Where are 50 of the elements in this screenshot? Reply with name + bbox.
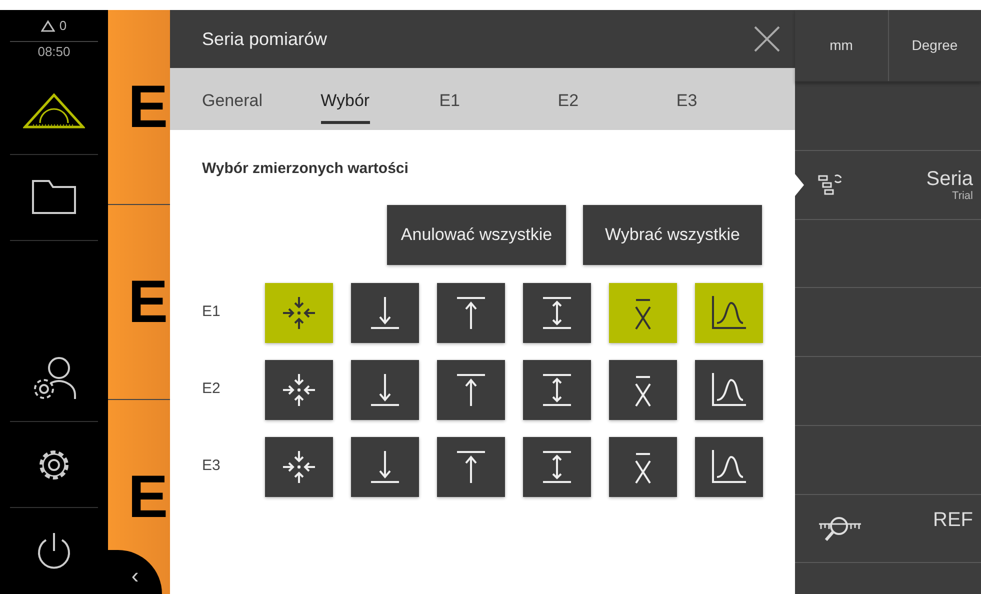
- collapse-tab[interactable]: ‹: [108, 550, 162, 594]
- tab[interactable]: General: [202, 68, 321, 130]
- unit-button[interactable]: mm: [795, 10, 888, 81]
- unit-button[interactable]: Degree: [888, 10, 981, 81]
- row-label: E3: [202, 456, 222, 476]
- measure-toggle[interactable]: [437, 360, 505, 420]
- power-icon[interactable]: [35, 531, 73, 572]
- feature-label: E: [128, 77, 168, 137]
- panel-row[interactable]: REF: [795, 494, 981, 564]
- warning-icon: [41, 20, 56, 32]
- tab[interactable]: E1: [439, 68, 558, 130]
- measure-toggle[interactable]: [609, 436, 677, 496]
- measure-toggle[interactable]: [695, 282, 763, 342]
- measure-toggle[interactable]: [609, 282, 677, 342]
- tab[interactable]: Wybór: [320, 68, 440, 130]
- user-settings-icon[interactable]: [31, 355, 77, 402]
- measure-toggle[interactable]: [265, 282, 333, 342]
- dialog-title: Seria pomiarów: [202, 28, 328, 51]
- measure-toggle[interactable]: [695, 360, 763, 420]
- measure-toggle[interactable]: [265, 436, 333, 496]
- folder-icon[interactable]: [31, 179, 77, 216]
- measure-toggle[interactable]: [265, 360, 333, 420]
- row-label: E2: [202, 379, 222, 400]
- series-icon: [817, 172, 843, 198]
- measure-toggle[interactable]: [351, 436, 419, 496]
- series-subtitle: Trial: [951, 190, 973, 202]
- select-all-button[interactable]: Wybrać wszystkie: [583, 204, 762, 264]
- row-label: E1: [202, 302, 222, 322]
- panel-row[interactable]: Seria Trial: [795, 150, 981, 220]
- series-title: Seria: [926, 168, 973, 190]
- measure-toggle[interactable]: [351, 360, 419, 420]
- deselect-all-button[interactable]: Anulować wszystkie: [387, 204, 566, 264]
- measure-toggle[interactable]: [437, 436, 505, 496]
- section-heading: Wybór zmierzonych wartości: [202, 159, 410, 179]
- ref-label: REF: [933, 508, 973, 531]
- feature-label: E: [128, 272, 168, 332]
- protractor-icon[interactable]: [23, 92, 85, 129]
- tab[interactable]: E2: [558, 68, 676, 130]
- measure-toggle[interactable]: [695, 436, 763, 496]
- tab[interactable]: E3: [676, 68, 795, 130]
- measure-toggle[interactable]: [523, 360, 591, 420]
- warning-count: 0: [59, 16, 67, 35]
- measure-toggle[interactable]: [523, 282, 591, 342]
- clock-time: 08:50: [36, 43, 72, 61]
- feature-label: E: [128, 467, 168, 527]
- measure-toggle[interactable]: [437, 282, 505, 342]
- measure-toggle[interactable]: [609, 360, 677, 420]
- measure-toggle[interactable]: [523, 436, 591, 496]
- measure-toggle[interactable]: [351, 282, 419, 342]
- close-icon[interactable]: [753, 25, 781, 53]
